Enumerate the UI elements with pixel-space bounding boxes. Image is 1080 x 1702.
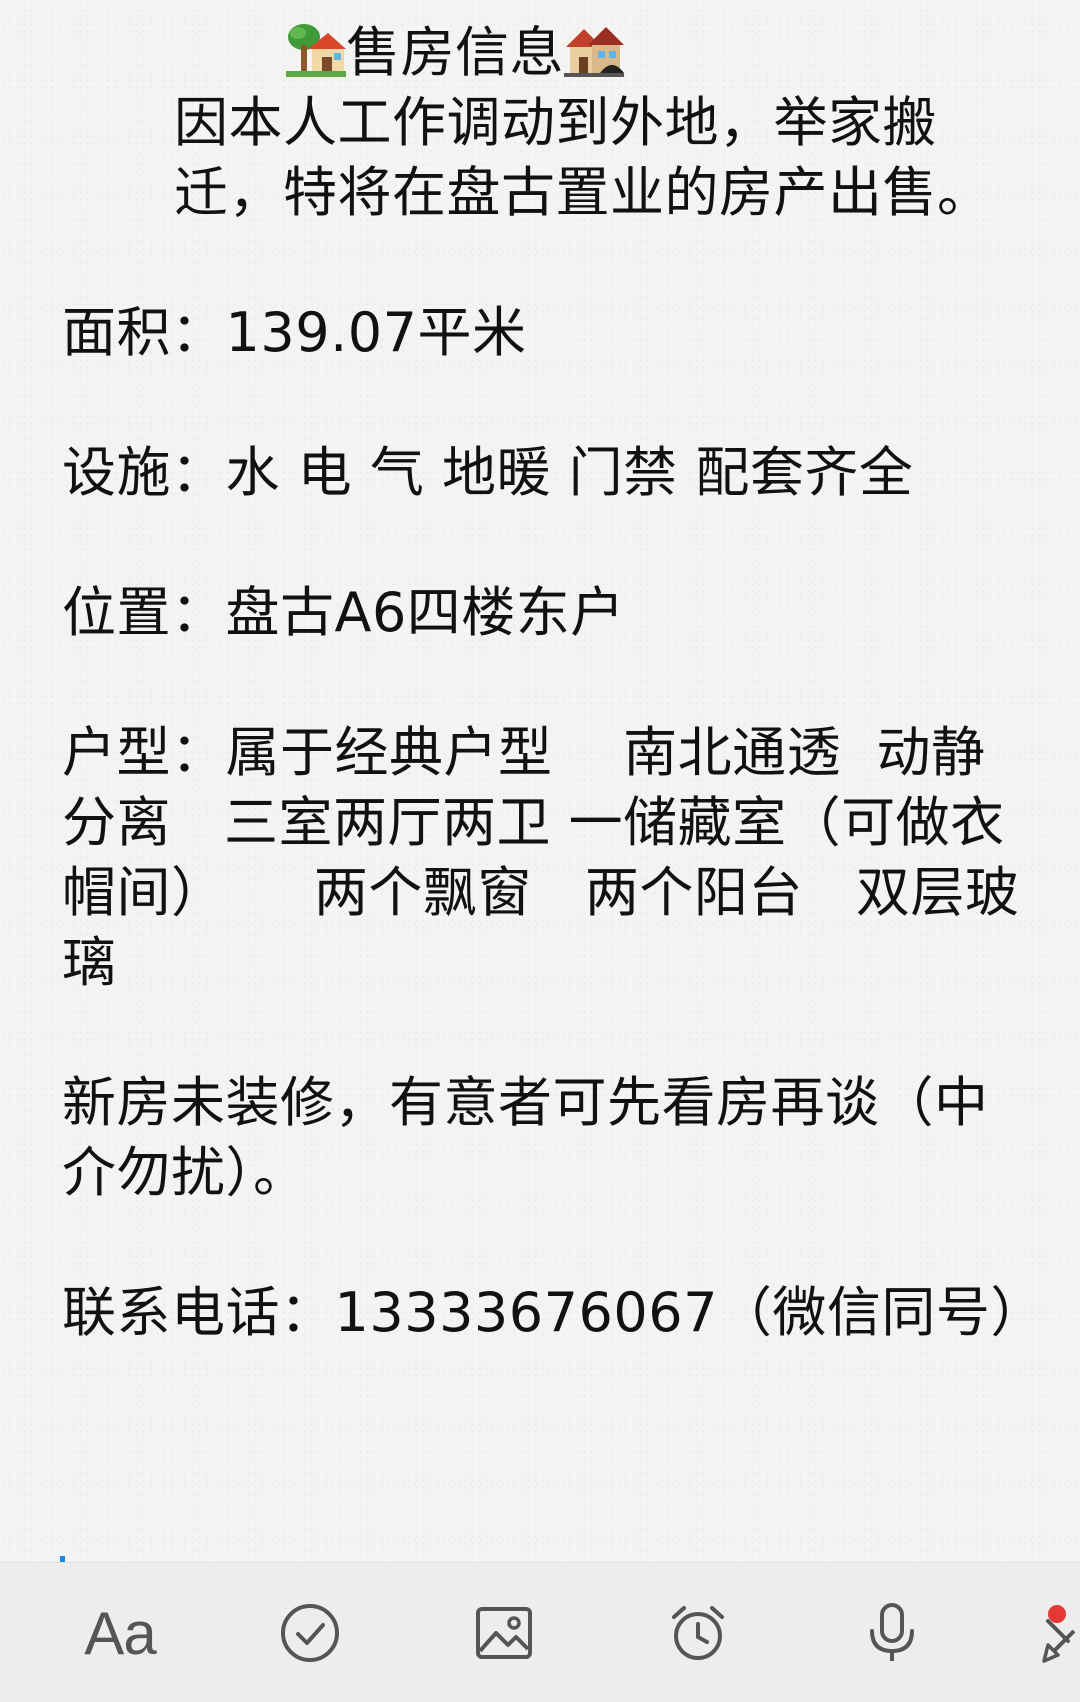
checklist-icon <box>281 1604 339 1662</box>
font-icon: Aa <box>84 1599 156 1667</box>
note-body[interactable]: 售房信息 因本人工作调动到外地，举家搬迁，特将在盘古置业的房产出售。 面积：13… <box>62 18 1045 1348</box>
handwriting-button[interactable] <box>1034 1593 1080 1673</box>
checklist-button[interactable] <box>270 1593 350 1673</box>
tree-house-emoji <box>286 19 346 79</box>
note-location: 位置：盘古A6四楼东户 <box>62 581 625 644</box>
insert-image-button[interactable] <box>464 1593 544 1673</box>
note-title-line: 售房信息 <box>62 18 1022 88</box>
editor-toolbar: Aa <box>0 1562 1080 1702</box>
note-area: 面积：139.07平米 <box>62 301 527 364</box>
reminder-button[interactable] <box>658 1593 738 1673</box>
microphone-icon <box>870 1603 914 1661</box>
note-condition: 新房未装修，有意者可先看房再谈（中介勿扰）。 <box>62 1071 989 1204</box>
alarm-icon <box>672 1606 724 1660</box>
font-format-button[interactable]: Aa <box>72 1593 168 1673</box>
note-facilities: 设施：水 电 气 地暖 门禁 配套齐全 <box>62 441 914 504</box>
voice-input-button[interactable] <box>852 1593 932 1673</box>
note-intro: 因本人工作调动到外地，举家搬迁，特将在盘古置业的房产出售。 <box>174 91 992 224</box>
houses-emoji <box>564 19 624 79</box>
note-layout: 户型：属于经典户型 南北通透 动静分离 三室两厅两卫 一储藏室（可做衣帽间） 两… <box>62 721 1020 994</box>
notification-dot <box>1048 1605 1066 1623</box>
note-title: 售房信息 <box>346 21 564 84</box>
image-icon <box>476 1607 532 1659</box>
note-contact: 联系电话：13333676067（微信同号） <box>62 1281 1045 1344</box>
